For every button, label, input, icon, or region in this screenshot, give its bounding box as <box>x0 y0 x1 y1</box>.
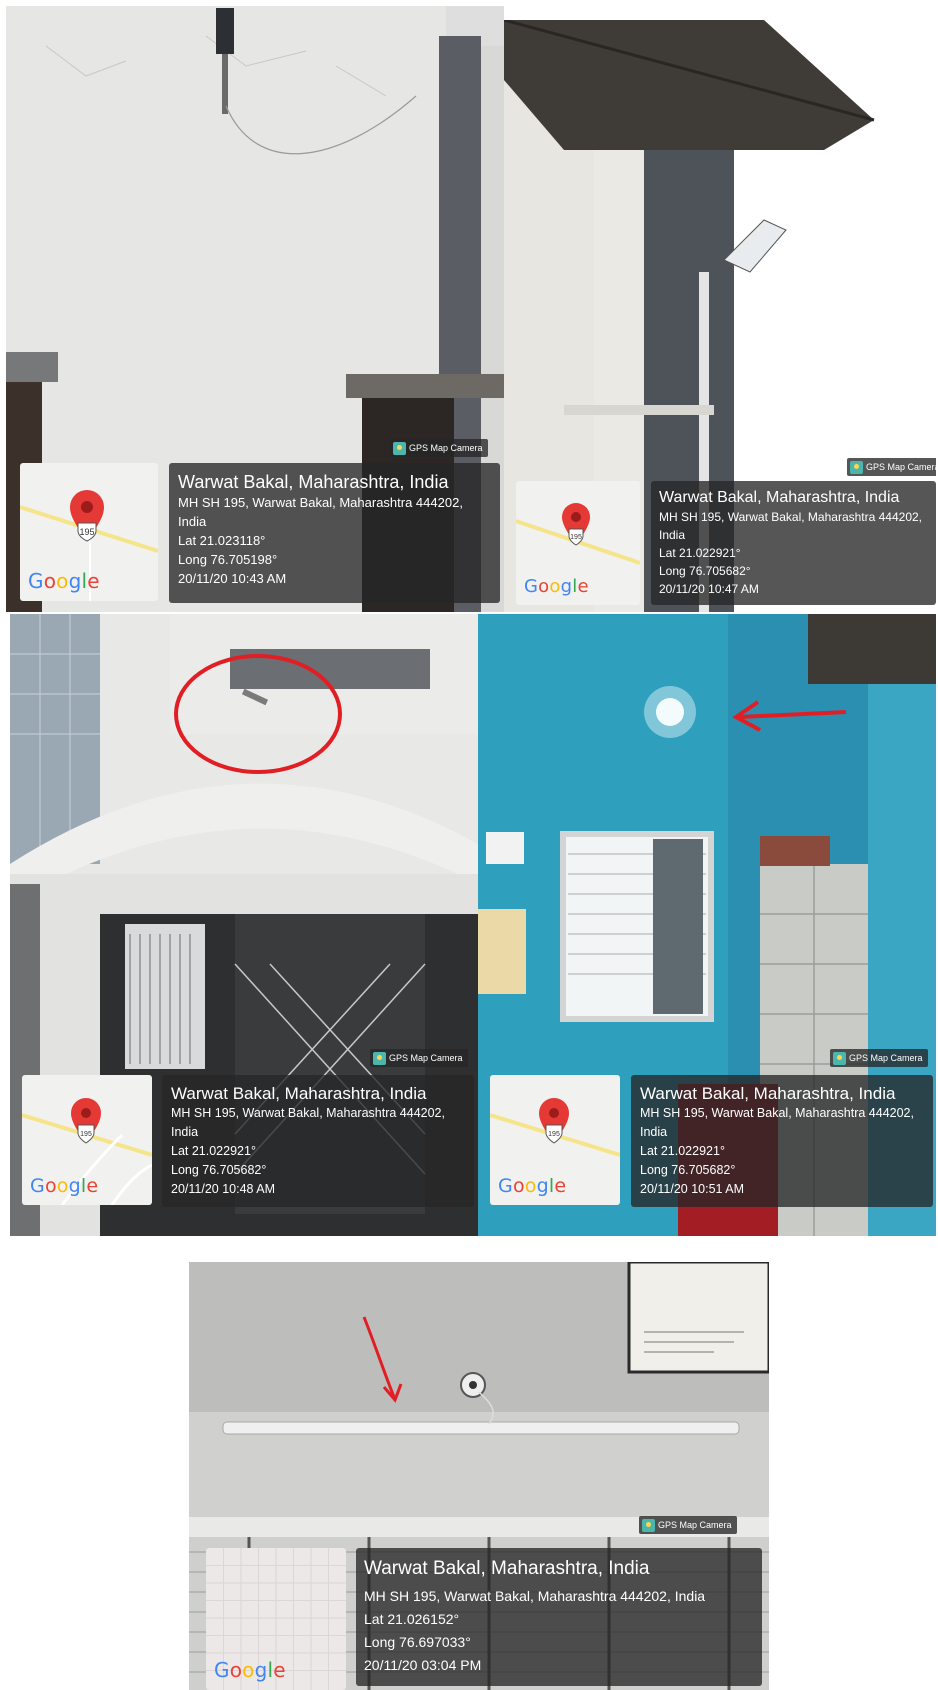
google-letter: G <box>524 576 539 597</box>
google-letter: g <box>68 569 82 593</box>
map-thumbnail: Google <box>206 1548 346 1690</box>
google-logo: Google <box>28 569 100 593</box>
location-info: Warwat Bakal, Maharashtra, India MH SH 1… <box>162 1075 474 1207</box>
app-badge-label: GPS Map Camera <box>849 1053 923 1063</box>
google-letter: g <box>68 1175 81 1197</box>
google-letter: e <box>86 1175 99 1197</box>
timestamp: 20/11/20 10:43 AM <box>178 571 287 586</box>
road-shield-label: 195 <box>79 527 94 537</box>
address-line-2: India <box>171 1125 199 1139</box>
longitude: Long 76.705682° <box>171 1163 267 1177</box>
google-letter: o <box>44 1175 57 1197</box>
latitude: Lat 21.022921° <box>171 1144 256 1158</box>
app-badge-label: GPS Map Camera <box>866 462 936 472</box>
timestamp: 20/11/20 10:48 AM <box>171 1182 276 1196</box>
gps-camera-icon <box>393 441 406 455</box>
gps-camera-icon <box>642 1518 655 1532</box>
location-title: Warwat Bakal, Maharashtra, India <box>659 489 900 506</box>
timestamp: 20/11/20 03:04 PM <box>364 1657 482 1673</box>
location-title: Warwat Bakal, Maharashtra, India <box>178 472 449 492</box>
location-title: Warwat Bakal, Maharashtra, India <box>640 1084 896 1103</box>
timestamp: 20/11/20 10:51 AM <box>640 1182 745 1196</box>
address-line-1: MH SH 195, Warwat Bakal, Maharashtra 444… <box>659 510 923 524</box>
google-letter: G <box>498 1175 513 1197</box>
google-logo: Google <box>214 1658 286 1682</box>
google-letter: g <box>254 1658 268 1682</box>
road-shield-label: 195 <box>548 1131 560 1138</box>
map-thumbnail: 195 Google <box>22 1075 152 1205</box>
google-letter: e <box>273 1658 286 1682</box>
google-letter: e <box>554 1175 567 1197</box>
location-info: Warwat Bakal, Maharashtra, India MH SH 1… <box>356 1548 762 1686</box>
photo-2: GPS Map Camera 195 Google Warwat Bakal, … <box>504 20 936 612</box>
address-line-2: India <box>178 514 207 529</box>
map-thumbnail: 195 Google <box>516 481 640 605</box>
google-letter: o <box>56 1175 69 1197</box>
longitude: Long 76.705682° <box>659 564 751 578</box>
longitude: Long 76.705198° <box>178 552 278 567</box>
location-title: Warwat Bakal, Maharashtra, India <box>364 1558 650 1579</box>
address-line-1: MH SH 195, Warwat Bakal, Maharashtra 444… <box>364 1588 706 1604</box>
latitude: Lat 21.022921° <box>659 546 741 560</box>
gps-camera-icon <box>833 1051 846 1065</box>
google-letter: o <box>538 576 550 597</box>
gps-camera-icon <box>850 460 863 474</box>
map-thumbnail: 195 Google <box>20 463 158 601</box>
google-letter: e <box>577 576 589 597</box>
timestamp: 20/11/20 10:47 AM <box>659 582 759 596</box>
address-line-1: MH SH 195, Warwat Bakal, Maharashtra 444… <box>178 495 463 510</box>
photo-5: GPS Map Camera Google Warwat Bakal, Maha… <box>189 1262 769 1690</box>
latitude: Lat 21.022921° <box>640 1144 725 1158</box>
app-badge: GPS Map Camera <box>639 1516 737 1534</box>
google-letter: o <box>43 569 57 593</box>
longitude: Long 76.697033° <box>364 1634 471 1650</box>
road-shield-label: 195 <box>80 1131 92 1138</box>
google-letter: o <box>229 1658 243 1682</box>
location-title: Warwat Bakal, Maharashtra, India <box>171 1084 427 1103</box>
address-line-1: MH SH 195, Warwat Bakal, Maharashtra 444… <box>171 1106 445 1120</box>
longitude: Long 76.705682° <box>640 1163 736 1177</box>
google-letter: g <box>536 1175 549 1197</box>
location-info: Warwat Bakal, Maharashtra, India MH SH 1… <box>169 463 500 603</box>
google-letter: o <box>56 569 69 593</box>
app-badge: GPS Map Camera <box>390 439 488 457</box>
address-line-2: India <box>640 1125 668 1139</box>
latitude: Lat 21.026152° <box>364 1611 460 1627</box>
google-letter: G <box>28 569 44 593</box>
photo-3: GPS Map Camera 195 Google Warwat Bakal, … <box>10 614 478 1236</box>
google-letter: o <box>512 1175 525 1197</box>
google-letter: G <box>214 1658 230 1682</box>
google-letter: o <box>242 1658 255 1682</box>
map-thumbnail: 195 Google <box>490 1075 620 1205</box>
google-letter: o <box>524 1175 537 1197</box>
gps-camera-icon <box>373 1051 386 1065</box>
app-badge: GPS Map Camera <box>847 458 936 476</box>
location-info: Warwat Bakal, Maharashtra, India MH SH 1… <box>631 1075 933 1207</box>
app-badge: GPS Map Camera <box>370 1049 468 1067</box>
address-line-1: MH SH 195, Warwat Bakal, Maharashtra 444… <box>640 1106 914 1120</box>
google-letter: o <box>549 576 561 597</box>
latitude: Lat 21.023118° <box>178 533 266 548</box>
google-letter: G <box>30 1175 45 1197</box>
app-badge-label: GPS Map Camera <box>409 443 483 453</box>
app-badge: GPS Map Camera <box>830 1049 928 1067</box>
photo-4: GPS Map Camera 195 Google Warwat Bakal, … <box>478 614 936 1236</box>
google-logo: Google <box>30 1175 98 1197</box>
address-line-2: India <box>659 528 686 542</box>
road-shield-label: 195 <box>570 534 582 541</box>
location-info: Warwat Bakal, Maharashtra, India MH SH 1… <box>651 481 936 605</box>
google-logo: Google <box>498 1175 566 1197</box>
google-letter: g <box>560 576 573 597</box>
app-badge-label: GPS Map Camera <box>658 1520 732 1530</box>
google-letter: e <box>87 569 100 593</box>
photo-1: GPS Map Camera 195 Google Warwat Bakal, … <box>6 6 504 612</box>
google-logo: Google <box>524 576 589 597</box>
app-badge-label: GPS Map Camera <box>389 1053 463 1063</box>
